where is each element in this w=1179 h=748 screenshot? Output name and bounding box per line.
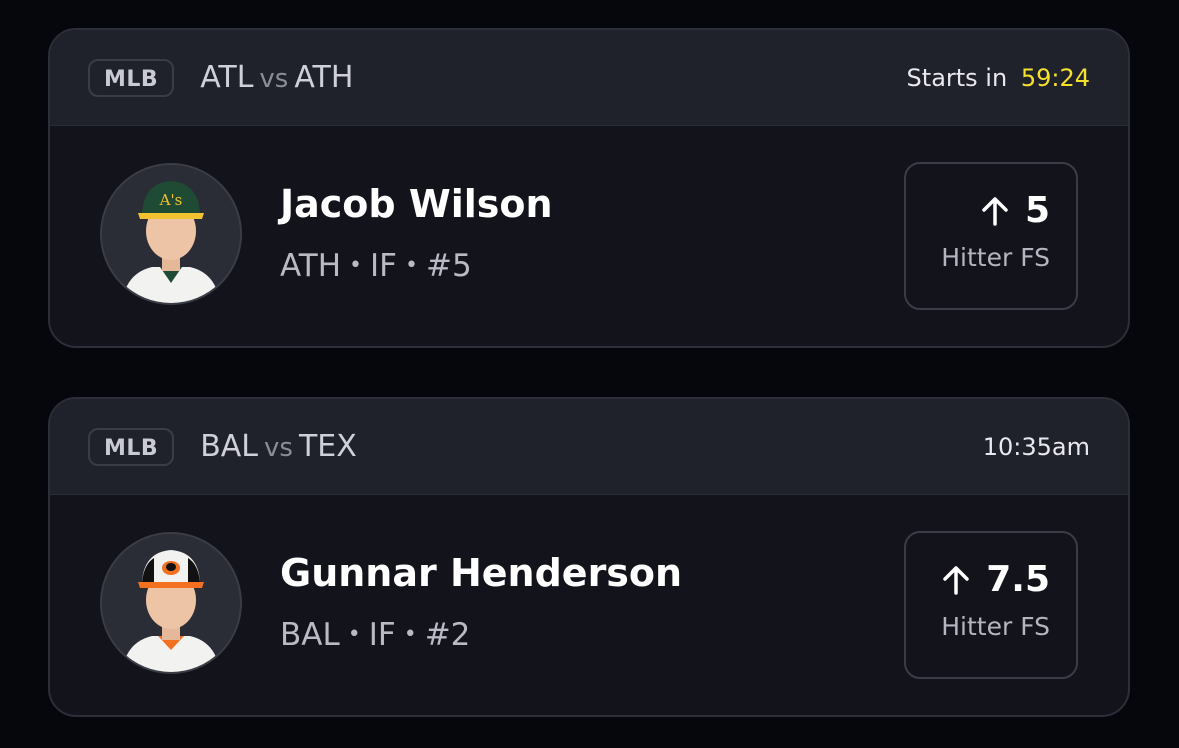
card-header: MLB ATL vs ATH Starts in 59:24: [50, 30, 1128, 126]
svg-text:A's: A's: [159, 191, 183, 209]
arrow-up-icon: [982, 196, 1008, 226]
separator: •: [347, 622, 361, 647]
home-team: BAL: [200, 429, 259, 464]
player-team: BAL: [280, 617, 340, 653]
game-start-time: Starts in 59:24: [907, 64, 1090, 92]
projection-box[interactable]: 7.5 Hitter FS: [904, 531, 1078, 679]
player-name[interactable]: Jacob Wilson: [280, 182, 553, 226]
starts-in-label: Starts in: [906, 63, 1008, 92]
player-number: #2: [424, 617, 471, 653]
projection-value: 7.5: [986, 559, 1050, 600]
away-team: TEX: [298, 429, 357, 464]
player-card[interactable]: MLB ATL vs ATH Starts in 59:24 A's Jacob…: [48, 28, 1130, 348]
player-card[interactable]: MLB BAL vs TEX 10:35am Gunnar Henderson …: [48, 397, 1130, 717]
matchup: BAL vs TEX: [200, 429, 357, 464]
player-position: IF: [368, 617, 396, 653]
projection-value-row: 7.5: [906, 559, 1050, 600]
countdown-timer: 59:24: [1020, 63, 1090, 92]
matchup: ATL vs ATH: [200, 60, 353, 95]
player-meta: BAL • IF • #2: [280, 617, 470, 653]
projection-stat: Hitter FS: [941, 243, 1050, 272]
projection-value: 5: [1024, 190, 1050, 231]
separator: •: [403, 622, 417, 647]
league-badge: MLB: [88, 427, 175, 466]
player-team: ATH: [280, 248, 342, 284]
player-headshot-icon: A's: [102, 165, 240, 303]
projection-box[interactable]: 5 Hitter FS: [904, 162, 1078, 310]
vs-label: vs: [259, 64, 289, 94]
card-body: Gunnar Henderson BAL • IF • #2 7.5 Hitter FS: [50, 495, 1128, 715]
away-team: ATH: [294, 60, 354, 95]
card-body: A's Jacob Wilson ATH • IF • #5 5 Hitter FS: [50, 126, 1128, 346]
player-name[interactable]: Gunnar Henderson: [280, 551, 682, 595]
home-team: ATL: [200, 60, 254, 95]
league-badge: MLB: [88, 58, 175, 97]
separator: •: [349, 253, 363, 278]
separator: •: [405, 253, 418, 278]
game-start-time: 10:35am: [982, 432, 1090, 461]
player-position: IF: [370, 248, 398, 284]
projection-value-row: 5: [906, 190, 1050, 231]
projection-stat: Hitter FS: [941, 612, 1050, 641]
player-avatar[interactable]: A's: [100, 163, 242, 305]
arrow-up-icon: [943, 565, 969, 595]
vs-label: vs: [264, 433, 293, 463]
player-avatar[interactable]: [100, 532, 242, 674]
player-headshot-icon: [102, 534, 240, 672]
player-number: #5: [426, 248, 472, 284]
card-header: MLB BAL vs TEX 10:35am: [50, 399, 1128, 495]
player-meta: ATH • IF • #5: [280, 248, 472, 284]
